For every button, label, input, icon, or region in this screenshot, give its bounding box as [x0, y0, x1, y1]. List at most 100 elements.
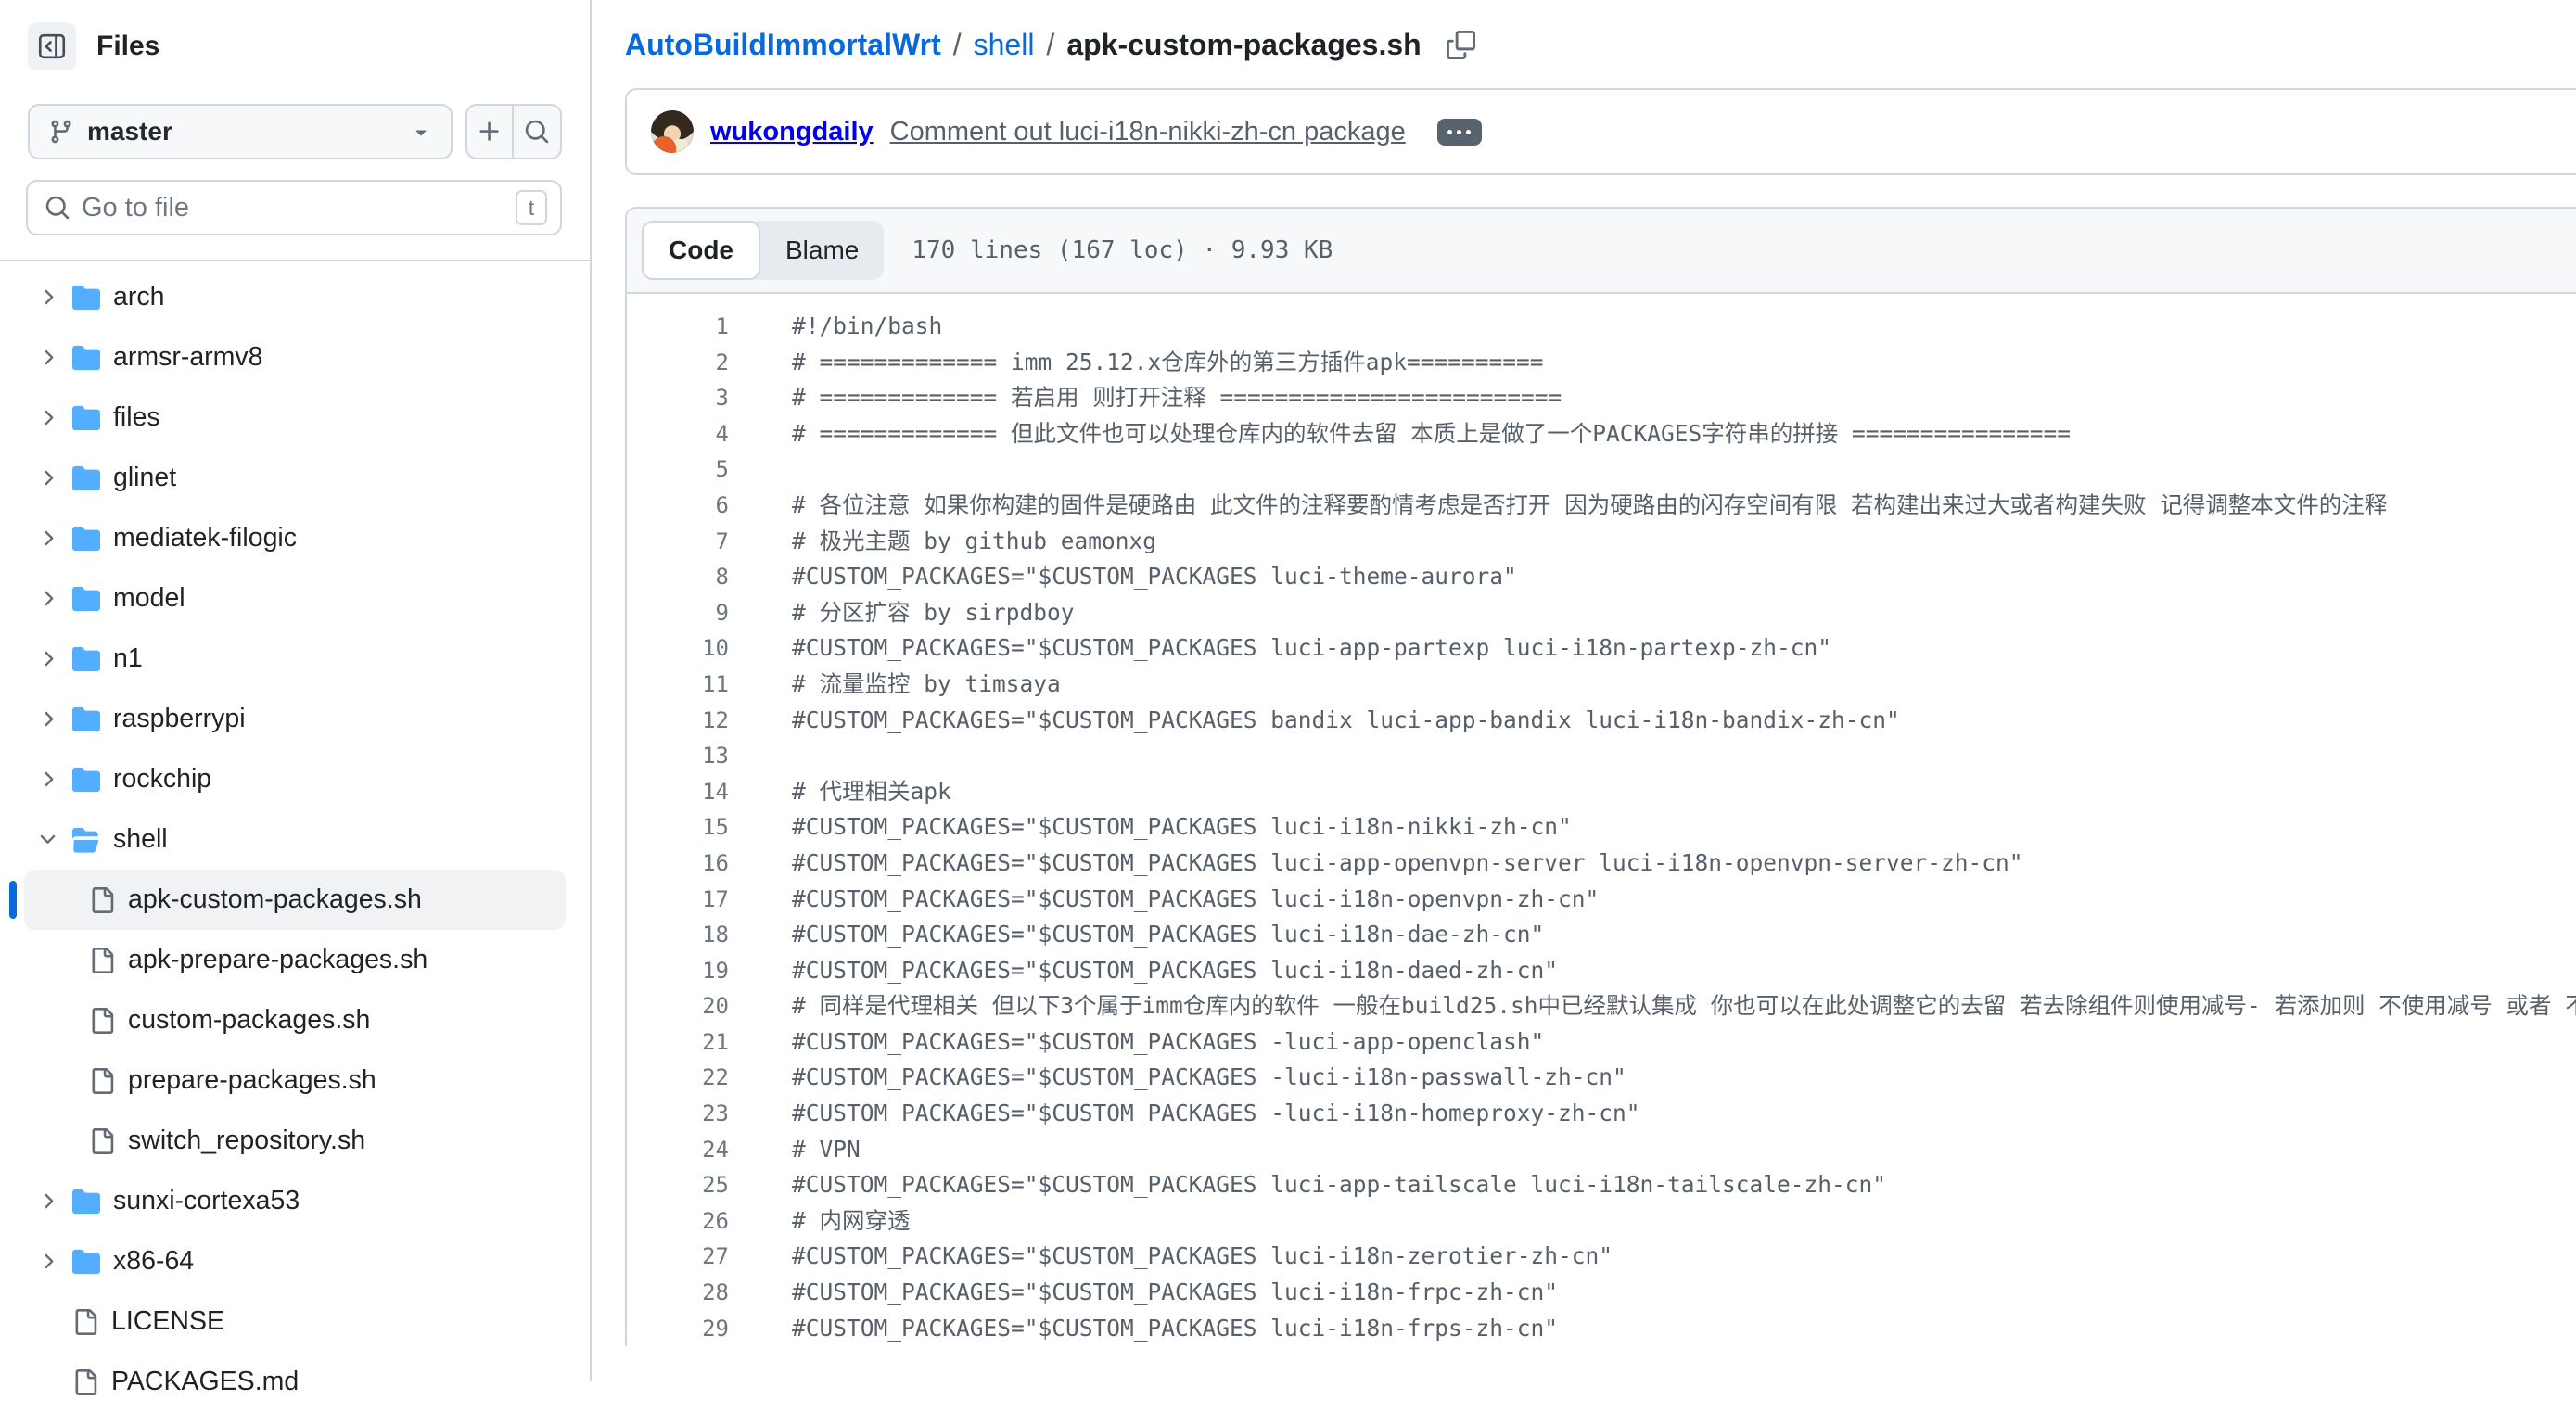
avatar[interactable]	[651, 110, 694, 153]
line-number[interactable]: 22	[627, 1060, 729, 1096]
file-icon	[89, 887, 115, 913]
code-line: 2# ============= imm 25.12.x仓库外的第三方插件apk…	[627, 345, 2576, 381]
line-number[interactable]: 15	[627, 809, 729, 846]
line-content: #CUSTOM_PACKAGES="$CUSTOM_PACKAGES luci-…	[729, 1275, 1558, 1311]
commit-author-link[interactable]: wukongdaily	[710, 117, 874, 147]
go-to-file-placeholder: Go to file	[82, 193, 504, 223]
tree-file-custom-packages.sh[interactable]: custom-packages.sh	[0, 990, 590, 1050]
line-number[interactable]: 27	[627, 1239, 729, 1275]
tab-blame[interactable]: Blame	[760, 221, 884, 280]
breadcrumb-folder-link[interactable]: shell	[974, 28, 1035, 62]
tree-file-apk-custom-packages.sh[interactable]: apk-custom-packages.sh	[24, 870, 566, 930]
tree-folder-sunxi-cortexa53[interactable]: sunxi-cortexa53	[0, 1171, 590, 1231]
tree-file-switch_repository.sh[interactable]: switch_repository.sh	[0, 1111, 590, 1171]
line-content: # 同样是代理相关 但以下3个属于imm仓库内的软件 一般在build25.sh…	[729, 988, 2576, 1024]
tree-file-prepare-packages.sh[interactable]: prepare-packages.sh	[0, 1050, 590, 1111]
line-number[interactable]: 12	[627, 703, 729, 739]
line-number[interactable]: 17	[627, 882, 729, 918]
tree-folder-shell[interactable]: shell	[0, 809, 590, 870]
tree-folder-files[interactable]: files	[0, 388, 590, 448]
commit-details-button[interactable]	[1437, 119, 1482, 146]
keyboard-shortcut-badge: t	[516, 190, 547, 225]
tree-item-label: apk-custom-packages.sh	[128, 884, 422, 915]
tree-item-label: n1	[113, 643, 143, 674]
commit-message-link[interactable]: Comment out luci-i18n-nikki-zh-cn packag…	[890, 117, 1406, 147]
line-number[interactable]: 10	[627, 630, 729, 667]
tree-folder-raspberrypi[interactable]: raspberrypi	[0, 689, 590, 749]
line-number[interactable]: 29	[627, 1311, 729, 1347]
code-line: 3# ============= 若启用 则打开注释 =============…	[627, 380, 2576, 416]
line-number[interactable]: 28	[627, 1275, 729, 1311]
file-icon	[89, 948, 115, 973]
tab-code[interactable]: Code	[642, 221, 760, 280]
line-number[interactable]: 4	[627, 416, 729, 452]
tree-item-label: shell	[113, 824, 168, 855]
line-number[interactable]: 13	[627, 738, 729, 774]
line-number[interactable]: 26	[627, 1203, 729, 1240]
line-content: #CUSTOM_PACKAGES="$CUSTOM_PACKAGES -luci…	[729, 1060, 1626, 1096]
line-number[interactable]: 6	[627, 488, 729, 524]
tree-item-label: files	[113, 402, 160, 433]
tree-item-label: apk-prepare-packages.sh	[128, 945, 427, 975]
tree-folder-mediatek-filogic[interactable]: mediatek-filogic	[0, 508, 590, 568]
tree-folder-glinet[interactable]: glinet	[0, 448, 590, 508]
code-line: 13	[627, 738, 2576, 774]
line-content: #CUSTOM_PACKAGES="$CUSTOM_PACKAGES luci-…	[729, 809, 1572, 846]
tree-folder-rockchip[interactable]: rockchip	[0, 749, 590, 809]
folder-icon	[72, 1188, 100, 1215]
file-meta-info: 170 lines (167 loc) · 9.93 KB	[912, 236, 1333, 264]
tree-folder-arch[interactable]: arch	[0, 267, 590, 327]
chevron-right-icon	[35, 587, 59, 610]
copy-path-button[interactable]	[1447, 31, 1475, 59]
line-number[interactable]: 7	[627, 524, 729, 560]
tree-folder-x86-64[interactable]: x86-64	[0, 1231, 590, 1291]
line-content: # 各位注意 如果你构建的固件是硬路由 此文件的注释要酌情考虑是否打开 因为硬路…	[729, 488, 2387, 524]
line-number[interactable]: 9	[627, 595, 729, 631]
line-number[interactable]: 3	[627, 380, 729, 416]
line-number[interactable]: 16	[627, 846, 729, 882]
folder-icon	[72, 284, 100, 312]
line-number[interactable]: 19	[627, 953, 729, 989]
branch-selector[interactable]: master	[28, 104, 453, 159]
breadcrumb-repo-link[interactable]: AutoBuildImmortalWrt	[625, 28, 941, 62]
chevron-right-icon	[35, 406, 59, 429]
line-number[interactable]: 18	[627, 917, 729, 953]
file-header: Code Blame 170 lines (167 loc) · 9.93 KB	[627, 209, 2576, 294]
code-line: 6# 各位注意 如果你构建的固件是硬路由 此文件的注释要酌情考虑是否打开 因为硬…	[627, 488, 2576, 524]
code-line: 14# 代理相关apk	[627, 774, 2576, 810]
search-tree-button[interactable]	[514, 106, 560, 158]
tree-item-label: glinet	[113, 463, 176, 493]
line-number[interactable]: 21	[627, 1024, 729, 1061]
tree-item-label: prepare-packages.sh	[128, 1065, 376, 1096]
line-number[interactable]: 20	[627, 988, 729, 1024]
line-number[interactable]: 25	[627, 1167, 729, 1203]
chevron-right-icon	[35, 466, 59, 490]
chevron-down-icon	[35, 828, 59, 851]
line-number[interactable]: 11	[627, 667, 729, 703]
file-icon	[72, 1369, 98, 1395]
tree-file-PACKAGES.md[interactable]: PACKAGES.md	[0, 1352, 590, 1412]
sidebar-collapse-button[interactable]	[28, 22, 76, 70]
breadcrumb-separator: /	[1046, 28, 1054, 62]
new-file-button[interactable]	[467, 106, 514, 158]
line-number[interactable]: 14	[627, 774, 729, 810]
line-number[interactable]: 8	[627, 559, 729, 595]
file-icon	[89, 1068, 115, 1094]
tree-folder-n1[interactable]: n1	[0, 629, 590, 689]
code-listing: 1#!/bin/bash2# ============= imm 25.12.x…	[627, 294, 2576, 1346]
line-number[interactable]: 1	[627, 309, 729, 345]
tree-file-apk-prepare-packages.sh[interactable]: apk-prepare-packages.sh	[0, 930, 590, 990]
go-to-file-input[interactable]: Go to file t	[26, 180, 562, 235]
line-number[interactable]: 5	[627, 452, 729, 488]
tree-folder-model[interactable]: model	[0, 568, 590, 629]
line-number[interactable]: 23	[627, 1096, 729, 1132]
sidebar-collapse-icon	[38, 32, 66, 60]
file-tree-sidebar: Files master	[0, 0, 592, 1381]
tree-folder-armsr-armv8[interactable]: armsr-armv8	[0, 327, 590, 388]
tree-file-LICENSE[interactable]: LICENSE	[0, 1291, 590, 1352]
line-number[interactable]: 24	[627, 1132, 729, 1168]
line-number[interactable]: 2	[627, 345, 729, 381]
chevron-right-icon	[35, 647, 59, 670]
file-icon	[89, 1008, 115, 1034]
code-line: 8#CUSTOM_PACKAGES="$CUSTOM_PACKAGES luci…	[627, 559, 2576, 595]
